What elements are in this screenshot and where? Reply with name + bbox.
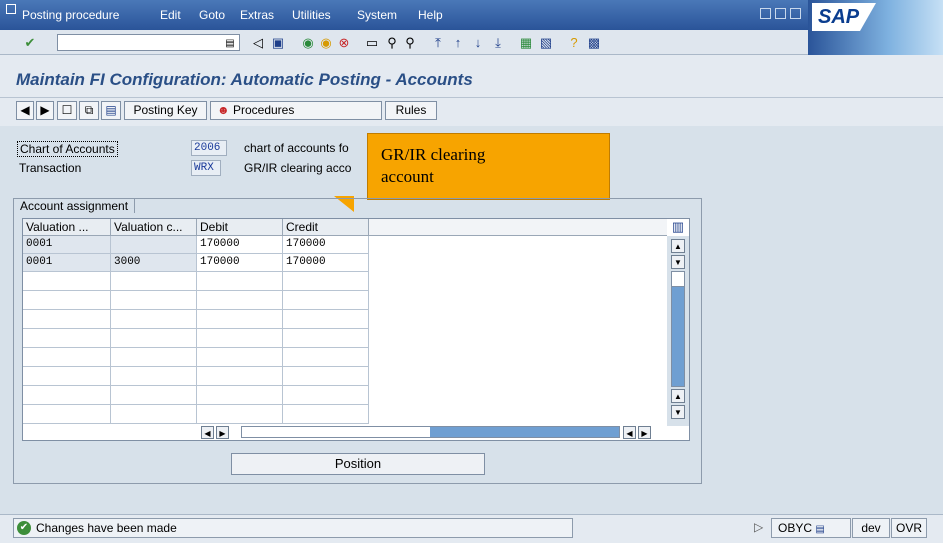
header-filler <box>369 219 667 236</box>
server-icon: ▤ <box>815 524 825 535</box>
procedures-label: Procedures <box>232 103 295 117</box>
callout-line-1: GR/IR clearing <box>381 145 486 164</box>
table-cell[interactable]: 0001 <box>23 254 111 272</box>
previous-page-icon[interactable]: ↑ <box>450 35 466 51</box>
scroll-track[interactable] <box>671 271 685 387</box>
status-system: dev <box>852 518 890 538</box>
column-header-valuation-class[interactable]: Valuation c... <box>111 219 197 236</box>
scroll-down-icon[interactable]: ▼ <box>671 255 685 269</box>
menu-extras[interactable]: Extras <box>240 8 274 22</box>
last-page-icon[interactable]: ⤓ <box>490 35 506 51</box>
scroll-page-up-icon[interactable]: ▲ <box>671 389 685 403</box>
close-icon[interactable] <box>790 8 801 19</box>
table-cell[interactable]: 0001 <box>23 236 111 254</box>
minimize-icon[interactable] <box>760 8 771 19</box>
column-header-debit[interactable]: Debit <box>197 219 283 236</box>
menu-edit[interactable]: Edit <box>160 8 181 22</box>
next-entry-button[interactable]: ▶ <box>36 101 54 120</box>
status-expand-icon[interactable]: ▷ <box>754 520 763 534</box>
table-cell[interactable] <box>111 236 197 254</box>
transaction-field[interactable]: WRX <box>191 160 221 176</box>
layout-menu-icon[interactable]: ▩ <box>586 35 602 51</box>
menu-system[interactable]: System <box>357 8 397 22</box>
transaction-label: Transaction <box>19 161 82 175</box>
chart-of-accounts-description: chart of accounts fo <box>244 141 349 155</box>
find-icon[interactable]: ⚲ <box>384 35 400 51</box>
enter-icon[interactable]: ✔ <box>22 35 38 51</box>
copy-icon[interactable]: ⧉ <box>79 101 99 120</box>
system-menu-icon[interactable] <box>6 4 16 14</box>
procedures-button[interactable]: ☻ Procedures <box>210 101 382 120</box>
column-divider <box>196 272 197 424</box>
command-dropdown-icon[interactable]: ▤ <box>222 36 238 52</box>
callout-line-2: account <box>381 167 434 186</box>
key-scroll-right-icon[interactable]: ▶ <box>216 426 229 439</box>
person-icon: ☻ <box>217 103 230 117</box>
scroll-right-icon[interactable]: ▶ <box>638 426 651 439</box>
back-icon[interactable]: ◉ <box>300 35 316 51</box>
menubar: Posting procedure Edit Goto Extras Utili… <box>0 0 943 30</box>
next-page-icon[interactable]: ↓ <box>470 35 486 51</box>
save-icon[interactable]: ▣ <box>270 35 286 51</box>
transaction-code: OBYC <box>778 521 813 535</box>
status-mode[interactable]: OVR <box>891 518 927 538</box>
shortcut-icon[interactable]: ▧ <box>538 35 554 51</box>
exit-icon[interactable]: ◉ <box>318 35 334 51</box>
table-cell[interactable]: 170000 <box>197 254 283 272</box>
command-field[interactable] <box>57 34 240 51</box>
column-divider <box>282 272 283 424</box>
status-transaction: OBYC ▤ <box>771 518 851 538</box>
menu-utilities[interactable]: Utilities <box>292 8 331 22</box>
key-scroll-left-icon[interactable]: ◀ <box>201 426 214 439</box>
column-divider <box>110 272 111 424</box>
table-cell[interactable]: 170000 <box>197 236 283 254</box>
table-settings-icon[interactable]: ▥ <box>668 219 688 235</box>
help-icon[interactable]: ? <box>566 35 582 51</box>
position-button[interactable]: Position <box>231 453 485 475</box>
frame-title: Account assignment <box>13 198 136 213</box>
menu-goto[interactable]: Goto <box>199 8 225 22</box>
new-entries-icon[interactable]: ☐ <box>57 101 77 120</box>
scroll-up-icon[interactable]: ▲ <box>671 239 685 253</box>
chart-of-accounts-label: Chart of Accounts <box>17 141 118 157</box>
status-message: Changes have been made <box>13 518 573 538</box>
callout-annotation: GR/IR clearing account <box>367 133 610 200</box>
chart-of-accounts-field[interactable]: 2006 <box>191 140 227 156</box>
cancel-icon[interactable]: ⊗ <box>336 35 352 51</box>
posting-key-button[interactable]: Posting Key <box>124 101 207 120</box>
transaction-description: GR/IR clearing acco <box>244 161 352 175</box>
menu-help[interactable]: Help <box>418 8 443 22</box>
horizontal-scroll-thumb[interactable] <box>242 427 430 437</box>
first-page-icon[interactable]: ⤒ <box>430 35 446 51</box>
print-icon[interactable]: ▭ <box>364 35 380 51</box>
create-session-icon[interactable]: ▦ <box>518 35 534 51</box>
column-header-credit[interactable]: Credit <box>283 219 369 236</box>
maximize-icon[interactable] <box>775 8 786 19</box>
scroll-page-down-icon[interactable]: ▼ <box>671 405 685 419</box>
success-check-icon: ✔ <box>17 521 31 535</box>
rules-button[interactable]: Rules <box>385 101 437 120</box>
page-title: Maintain FI Configuration: Automatic Pos… <box>16 70 473 89</box>
table-cell[interactable]: 170000 <box>283 254 369 272</box>
back-arrow-icon[interactable]: ◁ <box>250 35 266 51</box>
table-cell[interactable]: 3000 <box>111 254 197 272</box>
column-divider <box>368 236 369 424</box>
find-next-icon[interactable]: ⚲ <box>402 35 418 51</box>
scroll-thumb[interactable] <box>671 271 685 287</box>
previous-entry-button[interactable]: ◀ <box>16 101 34 120</box>
menu-posting-procedure[interactable]: Posting procedure <box>22 8 119 22</box>
scroll-left-icon[interactable]: ◀ <box>623 426 636 439</box>
column-header-valuation[interactable]: Valuation ... <box>23 219 111 236</box>
save-entries-icon[interactable]: ▤ <box>101 101 121 120</box>
table-cell[interactable]: 170000 <box>283 236 369 254</box>
